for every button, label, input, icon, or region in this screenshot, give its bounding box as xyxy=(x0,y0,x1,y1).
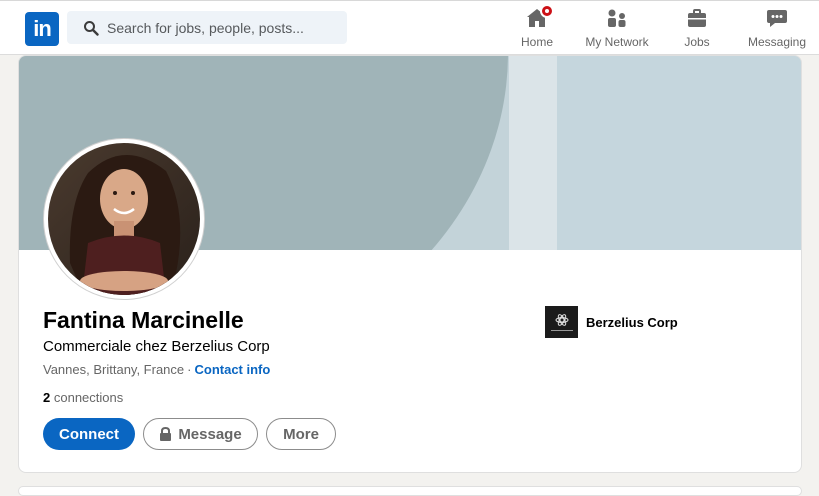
notification-badge xyxy=(540,4,554,18)
profile-photo xyxy=(48,143,200,295)
connections-label: connections xyxy=(53,390,124,405)
search-input[interactable]: Search for jobs, people, posts... xyxy=(67,11,347,44)
profile-headline: Commerciale chez Berzelius Corp xyxy=(43,338,270,355)
nav-item-messaging[interactable]: Messaging xyxy=(737,6,817,52)
profile-location-row: Vannes, Brittany, France · Contact info xyxy=(43,362,270,377)
profile-card: Fantina Marcinelle Commerciale chez Berz… xyxy=(18,55,802,473)
separator: · xyxy=(187,362,192,377)
profile-location: Vannes, Brittany, France xyxy=(43,362,185,377)
connections-link[interactable]: 2 connections xyxy=(43,390,123,405)
connections-count: 2 xyxy=(43,390,51,405)
avatar[interactable] xyxy=(44,139,204,299)
search-placeholder: Search for jobs, people, posts... xyxy=(107,19,304,36)
nav-item-label: My Network xyxy=(585,35,649,49)
profile-name: Fantina Marcinelle xyxy=(43,307,244,333)
people-icon xyxy=(605,6,629,30)
nav-item-label: Jobs xyxy=(684,35,710,49)
linkedin-logo[interactable]: in xyxy=(25,12,59,46)
search-icon xyxy=(83,20,99,36)
nav-item-my-network[interactable]: My Network xyxy=(577,6,657,52)
nav-item-jobs[interactable]: Jobs xyxy=(657,6,737,52)
home-icon xyxy=(525,4,554,30)
top-nav: in Search for jobs, people, posts... Hom… xyxy=(0,0,819,55)
message-button[interactable]: Message xyxy=(143,418,258,450)
nav-item-label: Home xyxy=(520,35,553,49)
company-logo xyxy=(545,306,578,338)
current-company[interactable]: Berzelius Corp xyxy=(545,306,678,338)
next-card xyxy=(18,486,802,496)
contact-info-link[interactable]: Contact info xyxy=(194,362,270,377)
message-button-label: Message xyxy=(178,425,242,443)
nav-item-label: Messaging xyxy=(747,35,807,49)
lock-icon xyxy=(159,426,172,441)
briefcase-icon xyxy=(685,6,709,30)
company-name: Berzelius Corp xyxy=(586,314,678,330)
connect-button[interactable]: Connect xyxy=(43,418,135,450)
logo-text: in xyxy=(33,16,52,41)
more-button[interactable]: More xyxy=(266,418,336,450)
nav-item-home[interactable]: Home xyxy=(497,4,577,52)
chat-icon xyxy=(765,6,789,30)
